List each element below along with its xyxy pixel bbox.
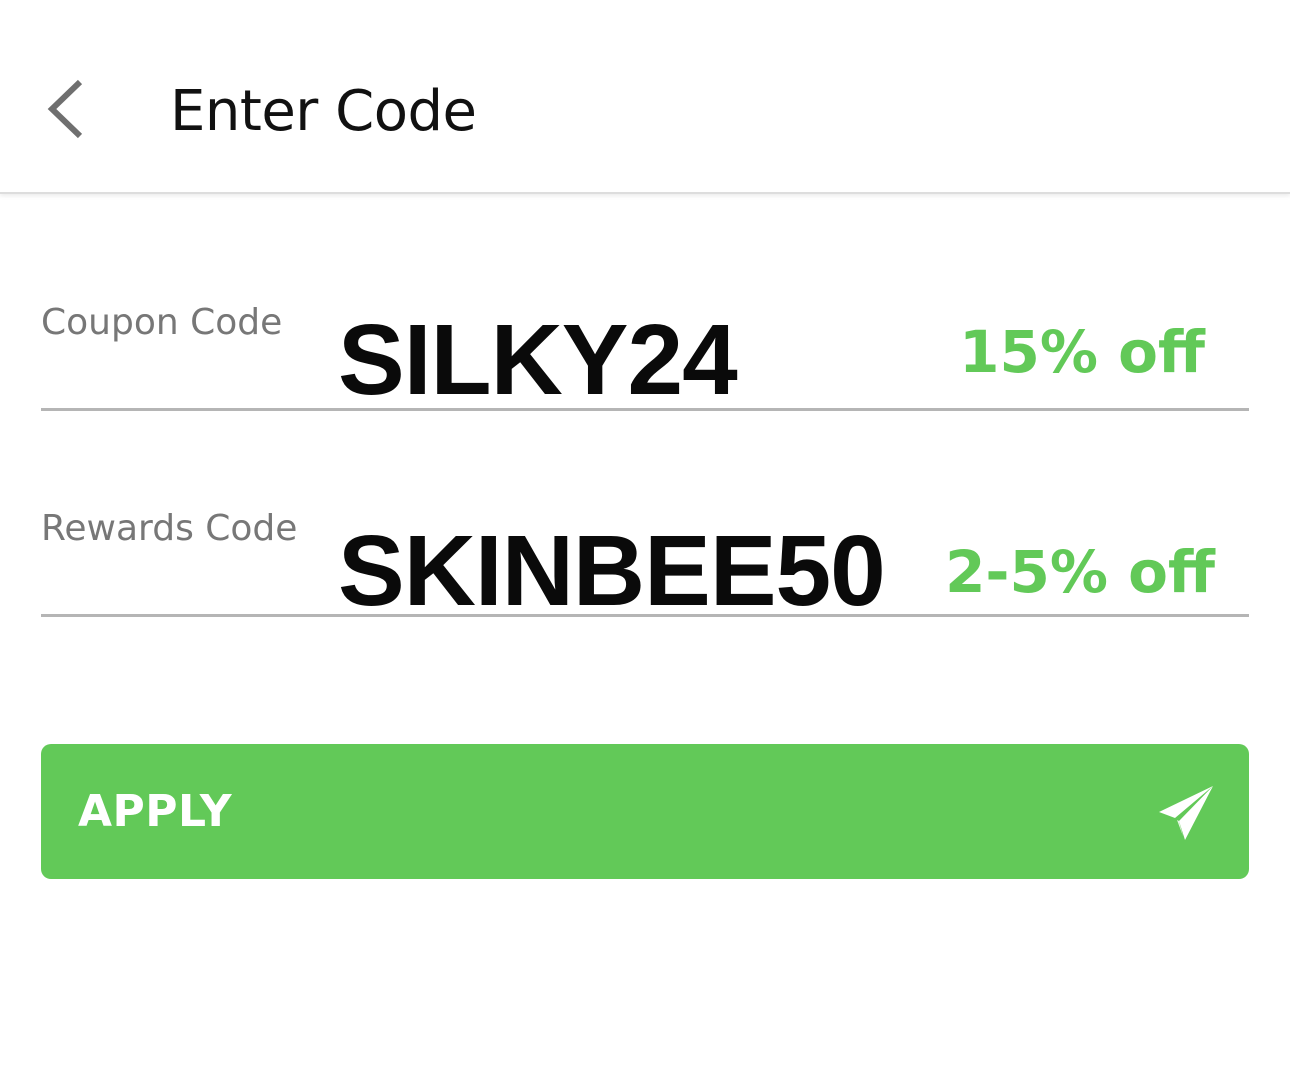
send-icon [1159,786,1213,840]
coupon-code-input[interactable]: SILKY24 [338,310,738,410]
chevron-left-icon[interactable] [38,74,98,144]
enter-code-screen: Enter Code Coupon Code SILKY24 15% off R… [0,0,1290,1072]
rewards-code-label: Rewards Code [41,508,298,549]
app-header: Enter Code [0,0,1290,194]
rewards-code-field[interactable]: Rewards Code SKINBEE50 2-5% off [41,488,1249,621]
rewards-discount-text: 2-5% off [945,538,1215,606]
apply-button-label: APPLY [78,786,233,837]
apply-button[interactable]: APPLY [41,744,1249,879]
coupon-code-label: Coupon Code [41,302,283,343]
rewards-code-input[interactable]: SKINBEE50 [338,521,886,621]
coupon-discount-text: 15% off [959,318,1205,386]
page-title: Enter Code [170,79,477,144]
coupon-code-field[interactable]: Coupon Code SILKY24 15% off [41,280,1249,411]
